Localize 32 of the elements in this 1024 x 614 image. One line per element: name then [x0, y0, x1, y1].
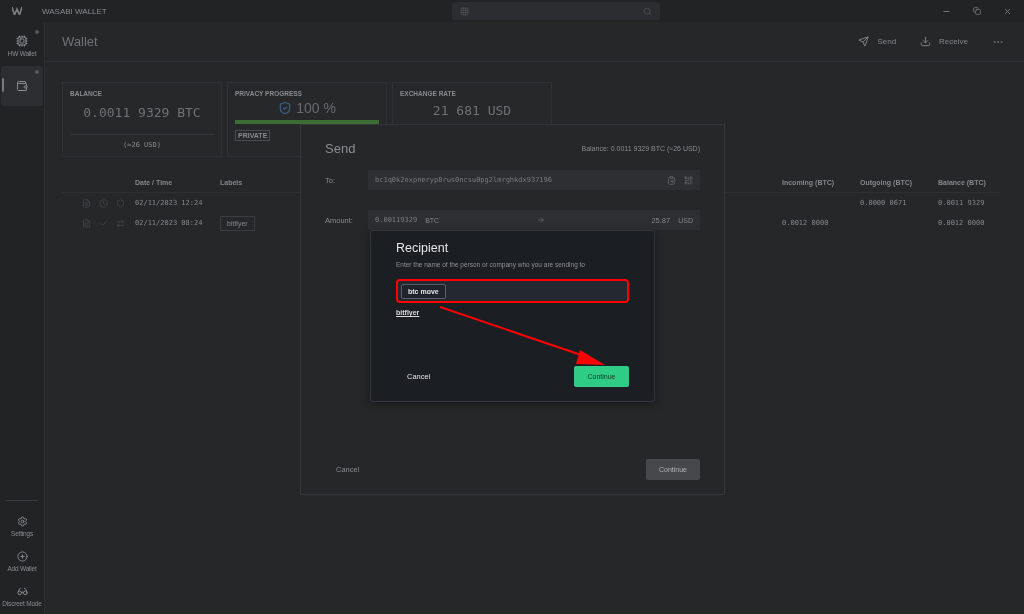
- restore-icon[interactable]: [973, 6, 981, 15]
- balance-amount: 0.0011 9329 BTC: [82, 105, 202, 120]
- arrow-icon: [537, 216, 546, 224]
- wallet-icon: [16, 80, 28, 92]
- transfer-icon: [116, 218, 125, 228]
- status-dot: [35, 30, 39, 34]
- privacy-percent: 100 %: [296, 100, 336, 116]
- document-icon[interactable]: [82, 218, 91, 228]
- search-field[interactable]: [451, 2, 660, 20]
- dialog-title: Recipient: [396, 241, 450, 255]
- paste-icon[interactable]: [667, 175, 676, 185]
- document-icon[interactable]: [82, 198, 91, 208]
- settings-icon: [16, 516, 28, 527]
- sidebar-item[interactable]: [1, 66, 43, 106]
- send-button[interactable]: Send: [858, 36, 897, 47]
- receive-button[interactable]: Receive: [920, 36, 968, 47]
- status-dot: [35, 70, 39, 74]
- exchange-rate: 21 681 USD: [431, 103, 513, 118]
- logo-icon: [12, 7, 22, 15]
- close-icon[interactable]: [1003, 6, 1012, 16]
- glasses-icon: [16, 586, 28, 597]
- send-icon: [858, 36, 870, 47]
- grid-icon: [459, 6, 469, 16]
- app-title: WASABI WALLET: [42, 6, 107, 16]
- shield-icon: [116, 198, 125, 208]
- download-icon: [920, 36, 932, 47]
- qr-code-icon[interactable]: [684, 175, 693, 185]
- page-title: Wallet: [62, 34, 98, 49]
- dialog-title: Send: [325, 141, 356, 156]
- shield-icon: [278, 101, 293, 115]
- plus-circle-icon: [16, 551, 28, 562]
- search-icon: [642, 6, 652, 16]
